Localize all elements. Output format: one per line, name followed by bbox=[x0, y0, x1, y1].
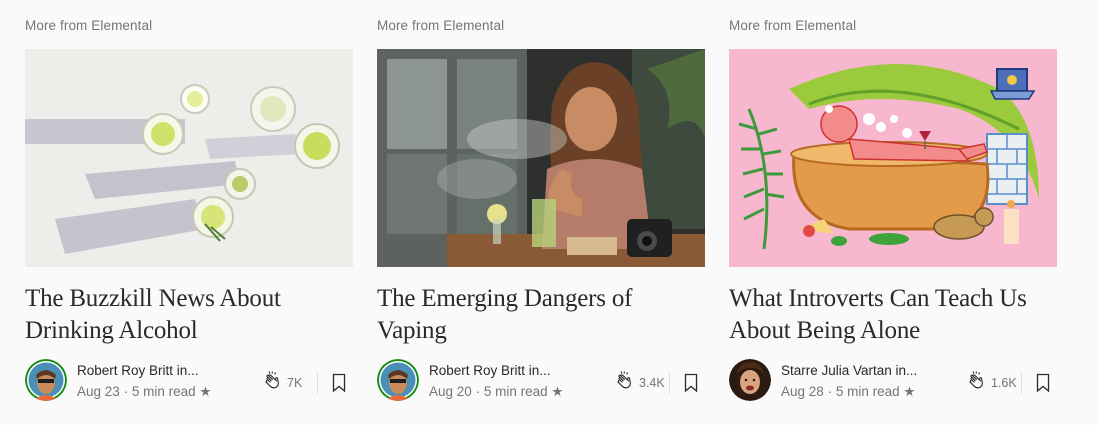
read-time: 5 min read bbox=[131, 384, 196, 399]
date-line: Aug 23 · 5 min read ★ bbox=[77, 384, 212, 400]
divider bbox=[669, 372, 670, 394]
clap-icon[interactable] bbox=[611, 370, 635, 394]
separator: · bbox=[827, 384, 833, 399]
story-thumbnail[interactable] bbox=[25, 49, 353, 267]
publish-date: Aug 20 bbox=[429, 384, 472, 399]
story-meta: Robert Roy Britt in... Aug 20 · 5 min re… bbox=[377, 359, 705, 403]
clap-count[interactable]: 1.6K bbox=[991, 376, 1017, 390]
author-name[interactable]: Robert Roy Britt in... bbox=[77, 363, 199, 378]
read-time: 5 min read bbox=[483, 384, 548, 399]
member-star-icon: ★ bbox=[199, 384, 212, 399]
bathtub-illustration bbox=[729, 49, 1057, 267]
clap-count[interactable]: 3.4K bbox=[639, 376, 665, 390]
story-thumbnail[interactable] bbox=[729, 49, 1057, 267]
author-name[interactable]: Robert Roy Britt in... bbox=[429, 363, 551, 378]
bookmark-icon[interactable] bbox=[1035, 373, 1051, 393]
separator: · bbox=[123, 384, 129, 399]
title-line: About Being Alone bbox=[729, 317, 921, 344]
bookmark-icon[interactable] bbox=[683, 373, 699, 393]
story-meta: Starre Julia Vartan in... Aug 28 · 5 min… bbox=[729, 359, 1057, 403]
title-line: The Buzzkill News About bbox=[25, 285, 281, 312]
section-label: More from Elemental bbox=[377, 18, 505, 33]
story-card: More from Elemental The Buzzkill News Ab… bbox=[25, 0, 353, 425]
story-title[interactable]: The Buzzkill News About Drinking Alcohol bbox=[25, 283, 353, 347]
clap-count[interactable]: 7K bbox=[287, 376, 302, 390]
clap-icon[interactable] bbox=[963, 370, 987, 394]
section-label: More from Elemental bbox=[25, 18, 153, 33]
section-label: More from Elemental bbox=[729, 18, 857, 33]
story-card: More from Elemental bbox=[729, 0, 1057, 425]
author-avatar[interactable] bbox=[377, 359, 419, 401]
glasses-image bbox=[25, 49, 353, 267]
title-line: Vaping bbox=[377, 317, 447, 344]
read-time: 5 min read bbox=[835, 384, 900, 399]
publish-date: Aug 23 bbox=[77, 384, 120, 399]
member-star-icon: ★ bbox=[903, 384, 916, 399]
story-title[interactable]: What Introverts Can Teach Us About Being… bbox=[729, 283, 1057, 347]
vaping-image bbox=[377, 49, 705, 267]
story-meta: Robert Roy Britt in... Aug 23 · 5 min re… bbox=[25, 359, 353, 403]
bookmark-icon[interactable] bbox=[331, 373, 347, 393]
separator: · bbox=[475, 384, 481, 399]
title-line: Drinking Alcohol bbox=[25, 317, 198, 344]
member-star-icon: ★ bbox=[551, 384, 564, 399]
author-name[interactable]: Starre Julia Vartan in... bbox=[781, 363, 917, 378]
author-avatar[interactable] bbox=[729, 359, 771, 401]
story-card: More from Elemental bbox=[377, 0, 705, 425]
publish-date: Aug 28 bbox=[781, 384, 824, 399]
story-title[interactable]: The Emerging Dangers of Vaping bbox=[377, 283, 705, 347]
divider bbox=[317, 372, 318, 394]
author-avatar[interactable] bbox=[25, 359, 67, 401]
date-line: Aug 20 · 5 min read ★ bbox=[429, 384, 564, 400]
story-thumbnail[interactable] bbox=[377, 49, 705, 267]
clap-icon[interactable] bbox=[259, 370, 283, 394]
title-line: The Emerging Dangers of bbox=[377, 285, 633, 312]
date-line: Aug 28 · 5 min read ★ bbox=[781, 384, 916, 400]
title-line: What Introverts Can Teach Us bbox=[729, 285, 1027, 312]
divider bbox=[1021, 372, 1022, 394]
